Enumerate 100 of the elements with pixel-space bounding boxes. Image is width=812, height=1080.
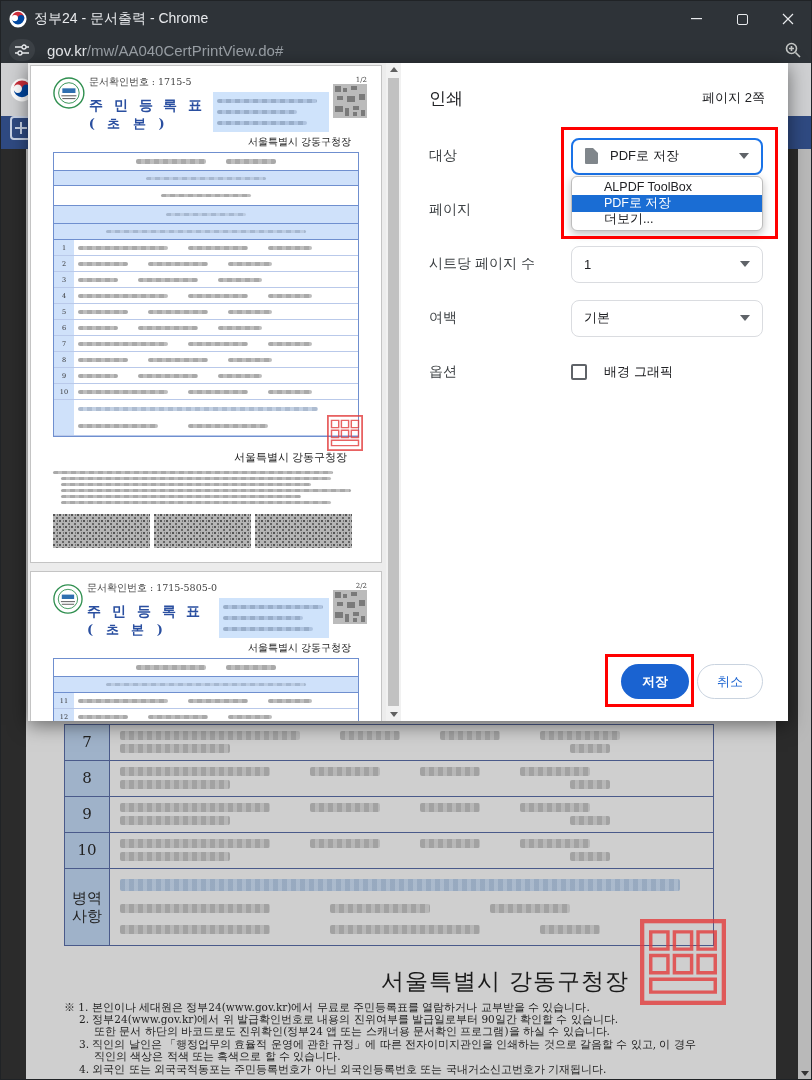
blurred-text (440, 730, 500, 740)
blurred-text (78, 277, 118, 282)
blurred-text (268, 293, 312, 298)
blurred-text (188, 245, 248, 250)
blurred-text (226, 159, 276, 164)
note-text: 직인의 색상은 적색 또는 흑색으로 할 수 있습니다. (93, 1050, 342, 1063)
row-number: 8 (65, 760, 110, 796)
blurred-text (138, 277, 198, 282)
blurred-text (310, 766, 380, 776)
note-text: 2. 정부24(www.gov.kr)에서 위 발급확인번호로 내용의 진위여부를 발급일로부터 90일간 확인할 수 있습니다. (78, 1012, 620, 1026)
blurred-text (78, 373, 118, 378)
url-text[interactable]: gov.kr/mw/AA040CertPrintView.do# (47, 41, 785, 59)
dropdown-item[interactable]: ALPDF ToolBox (572, 178, 762, 195)
blurred-text (570, 744, 610, 754)
note-text: 3. 직인의 날인은 「행정업무의 효율적 운영에 관한 규정」에 따른 전자이미지관인을 인쇄하는 것으로 갈음할 수 있고, 이 경우 (78, 1037, 697, 1051)
blurred-text (228, 714, 272, 719)
sliders-icon (15, 44, 29, 56)
blurred-text (340, 730, 400, 740)
blurred-text (138, 373, 198, 378)
document-number: 문서확인번호 : 1715-5 (88, 76, 192, 89)
caret-icon (740, 261, 750, 267)
blurred-text (148, 309, 208, 314)
checkbox-label: 배경 그래픽 (604, 363, 673, 381)
blurred-text (420, 766, 480, 776)
blurred-text (148, 714, 208, 719)
blurred-text (228, 357, 272, 362)
blurred-text (78, 261, 128, 266)
blurred-text (138, 325, 198, 330)
blurred-text (520, 766, 590, 776)
document-title: 주 민 등 록 표 (88, 97, 206, 115)
blurred-text (188, 293, 248, 298)
blurred-text (520, 802, 590, 812)
certification-seal-icon (53, 76, 85, 110)
blurred-text (136, 159, 206, 164)
issuer-name: 서울특별시 강동구청장 (247, 135, 351, 149)
page-count: 페이지 2쪽 (702, 89, 765, 107)
checkbox[interactable] (571, 364, 587, 380)
caret-icon (739, 153, 749, 159)
file-icon (585, 148, 598, 164)
blurred-text (78, 325, 118, 330)
blurred-text (540, 925, 600, 935)
emblem-icon (9, 10, 27, 28)
setting-label: 여백 (429, 309, 458, 327)
setting-label: 대상 (429, 147, 458, 165)
blurred-text (310, 838, 380, 848)
note-text: ※ 1. 본인이나 세대원은 정부24(www.gov.kr)에서 무료로 주민등록표를 열람하거나 교부받을 수 있습니다. (63, 1000, 591, 1013)
blurred-text (218, 325, 262, 330)
setting-label: 옵션 (429, 363, 458, 381)
blurred-text (268, 341, 312, 346)
document-title: 주 민 등 록 표 (86, 603, 204, 621)
blurred-text (78, 714, 128, 719)
blurred-text (218, 373, 262, 378)
cancel-button[interactable]: 취소 (697, 664, 763, 699)
blurred-text (148, 261, 208, 266)
minimize-icon (690, 18, 702, 20)
destination-select[interactable]: PDF로 저장 (571, 137, 763, 175)
dropdown-item[interactable]: PDF로 저장 (572, 195, 762, 212)
dropdown-item[interactable]: 더보기... (572, 211, 762, 228)
blurred-text (268, 389, 312, 394)
blurred-text (570, 780, 610, 790)
blurred-text (78, 357, 128, 362)
maximize-icon (736, 13, 748, 25)
blurred-text (268, 245, 312, 250)
row-label-cell (54, 400, 74, 435)
blurred-text (218, 277, 262, 282)
seal-stamp-icon (640, 918, 726, 1005)
qr-code-icon (333, 84, 367, 118)
scroll-down-icon[interactable] (800, 1071, 809, 1076)
save-button[interactable]: 저장 (621, 664, 689, 699)
document-subtitle: ( 초 본 ) (86, 621, 167, 639)
site-settings-button[interactable] (9, 39, 35, 61)
scroll-down-icon[interactable] (389, 712, 398, 717)
blurred-text (310, 802, 380, 812)
note-text: 또한 문서 하단의 바코드로도 진위확인(정부24 앱 또는 스캐너용 문서확인 프로그램)을 하실 수 있습니다. (94, 1025, 611, 1038)
setting-label: 페이지 (429, 201, 472, 219)
blurred-text (78, 309, 128, 314)
blurred-text (228, 261, 272, 266)
zoom-icon[interactable] (785, 42, 801, 58)
blurred-text (420, 802, 480, 812)
scrollbar-thumb[interactable] (388, 78, 399, 706)
row-number: 10 (65, 832, 110, 868)
blurred-text (188, 341, 248, 346)
setting-label: 시트당 페이지 수 (429, 255, 536, 273)
blurred-text (420, 838, 480, 848)
certification-seal-icon (53, 582, 83, 616)
blurred-text (226, 665, 276, 670)
document-subtitle: ( 초 본 ) (88, 115, 169, 133)
dropdown-select[interactable]: 기본 (571, 299, 763, 337)
dropdown-select[interactable]: 1 (571, 245, 763, 283)
blurred-text (148, 357, 208, 362)
blurred-text (188, 698, 248, 703)
blurred-text (570, 852, 610, 862)
blurred-text (570, 816, 610, 826)
row-label: 병역 사항 (65, 868, 110, 945)
blurred-text (520, 838, 590, 848)
caret-icon (740, 315, 750, 321)
row-number: 7 (65, 724, 110, 760)
seal-stamp-icon (327, 415, 363, 451)
scroll-up-icon[interactable] (389, 67, 398, 72)
blurred-text (228, 309, 272, 314)
